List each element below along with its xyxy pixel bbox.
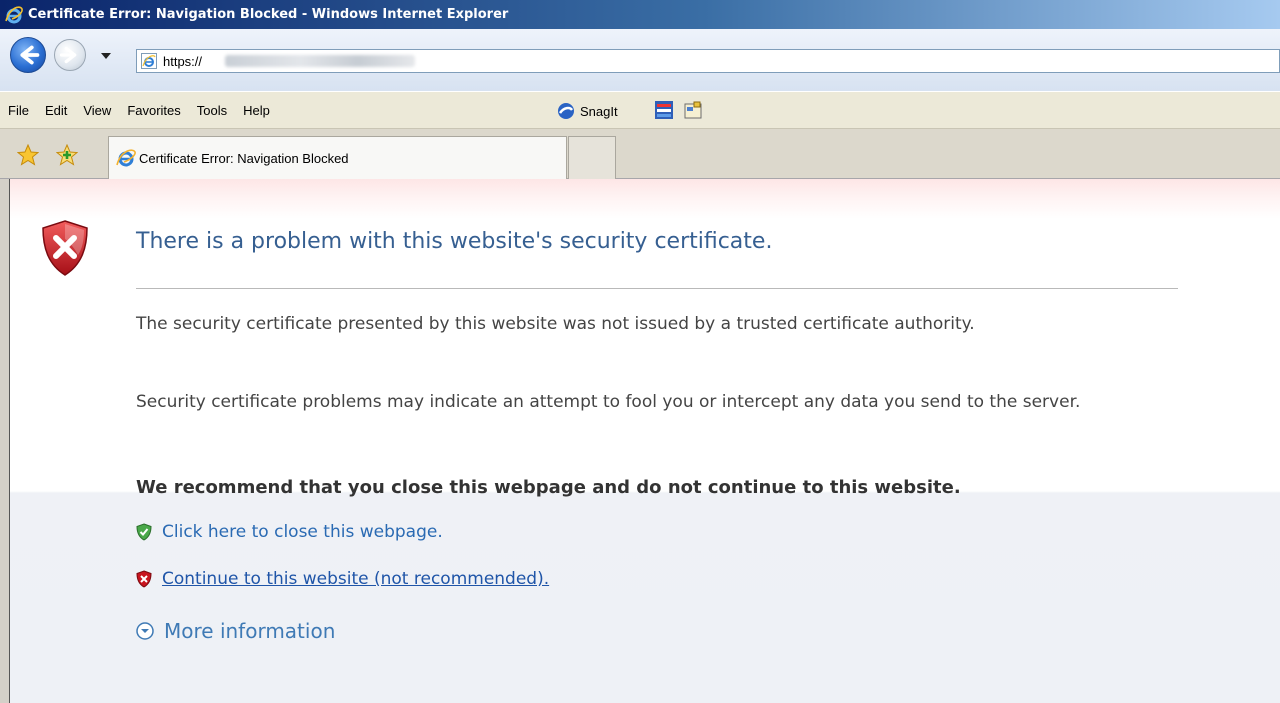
close-webpage-link[interactable]: Click here to close this webpage. xyxy=(136,522,443,542)
address-bar[interactable] xyxy=(136,49,1280,73)
blurred-url xyxy=(225,55,415,67)
continue-website-link[interactable]: Continue to this website (not recommende… xyxy=(136,569,549,589)
menu-edit[interactable]: Edit xyxy=(37,101,75,120)
back-arrow-icon xyxy=(20,45,40,65)
title-bar: Certificate Error: Navigation Blocked - … xyxy=(0,0,1280,29)
page-ie-icon xyxy=(141,53,157,69)
menu-favorites[interactable]: Favorites xyxy=(119,101,188,120)
snagit-button[interactable]: SnagIt xyxy=(556,101,618,121)
tab-label: Certificate Error: Navigation Blocked xyxy=(139,150,349,166)
menu-tools[interactable]: Tools xyxy=(189,101,235,120)
window-title: Certificate Error: Navigation Blocked - … xyxy=(28,7,509,22)
red-shield-icon xyxy=(136,570,152,588)
snagit-label: SnagIt xyxy=(580,103,618,119)
add-favorite-icon[interactable] xyxy=(56,144,78,166)
page-content: There is a problem with this website's s… xyxy=(9,179,1280,703)
more-information-toggle[interactable]: More information xyxy=(136,619,335,643)
history-dropdown-icon[interactable] xyxy=(100,51,112,61)
page-heading: There is a problem with this website's s… xyxy=(136,229,773,254)
new-tab-button[interactable] xyxy=(568,136,616,179)
forward-button[interactable] xyxy=(54,39,86,71)
heading-divider xyxy=(136,288,1178,289)
certificate-explanation: The security certificate presented by th… xyxy=(136,314,975,334)
green-shield-icon xyxy=(136,523,152,541)
menu-view[interactable]: View xyxy=(75,101,119,120)
tab-certificate-error[interactable]: Certificate Error: Navigation Blocked xyxy=(108,136,567,179)
snagit-icon xyxy=(558,103,574,119)
security-warning-text: Security certificate problems may indica… xyxy=(136,392,1081,412)
back-button[interactable] xyxy=(10,37,46,73)
error-shield-icon xyxy=(42,220,88,276)
tab-bar: Certificate Error: Navigation Blocked xyxy=(0,129,1280,179)
forward-arrow-icon xyxy=(59,46,77,64)
url-input[interactable] xyxy=(163,53,223,69)
snagit-capture-icon[interactable] xyxy=(654,100,674,120)
tab-ie-icon xyxy=(116,149,136,167)
menu-help[interactable]: Help xyxy=(235,101,278,120)
expand-circle-icon xyxy=(136,622,154,640)
more-information-label: More information xyxy=(164,619,336,643)
snagit-editor-icon[interactable] xyxy=(683,100,703,120)
address-toolbar xyxy=(0,29,1280,91)
menu-bar: File Edit View Favorites Tools Help Snag… xyxy=(0,91,1280,129)
continue-website-label[interactable]: Continue to this website (not recommende… xyxy=(162,569,549,589)
recommendation-text: We recommend that you close this webpage… xyxy=(136,477,961,498)
close-webpage-label[interactable]: Click here to close this webpage. xyxy=(162,522,443,542)
ie-icon xyxy=(5,5,23,23)
menu-file[interactable]: File xyxy=(0,101,37,120)
favorites-star-icon[interactable] xyxy=(17,144,39,166)
